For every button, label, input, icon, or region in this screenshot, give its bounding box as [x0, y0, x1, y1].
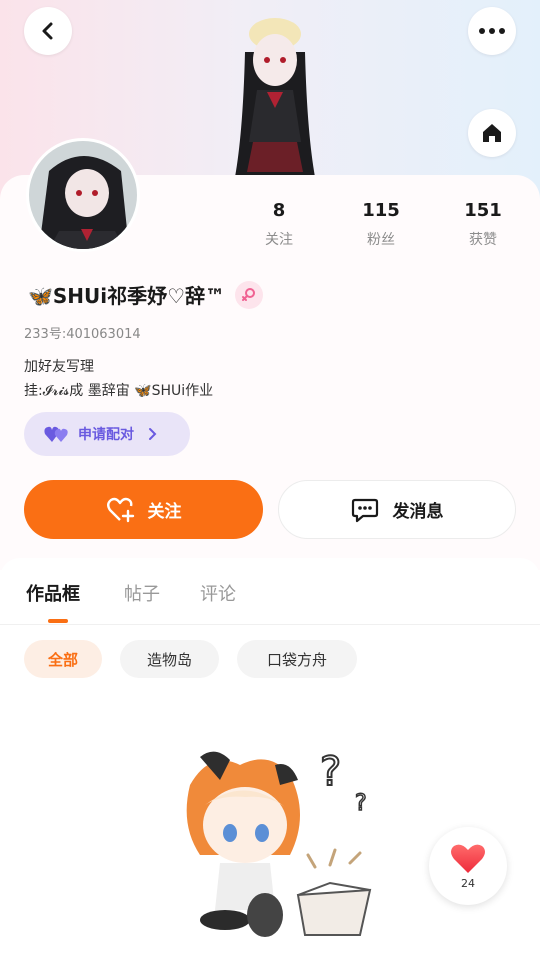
- filter-chip-pocket-ark[interactable]: 口袋方舟: [237, 640, 357, 678]
- more-dots-icon: [479, 28, 505, 34]
- pair-button[interactable]: 申请配对: [24, 412, 190, 456]
- message-label: 发消息: [392, 502, 444, 522]
- following-count: 8: [272, 200, 286, 221]
- user-id: 233号:401063014: [24, 327, 141, 342]
- likes-label: 获赞: [469, 232, 497, 248]
- name-row: 🦋SHUi祁季妤♡辞™: [24, 280, 264, 309]
- heart-icon: [451, 844, 485, 873]
- filter-chip-all[interactable]: 全部: [24, 640, 102, 678]
- more-button[interactable]: [468, 7, 516, 55]
- home-icon: [483, 124, 501, 142]
- chevron-right-icon: [149, 428, 157, 440]
- following-label: 关注: [265, 232, 293, 248]
- gender-badge: [235, 280, 264, 309]
- divider: [0, 624, 540, 625]
- filter-chip-creation-island[interactable]: 造物岛: [120, 640, 219, 678]
- female-icon: [242, 287, 256, 301]
- pair-label: 申请配对: [78, 427, 134, 443]
- avatar[interactable]: [26, 138, 140, 252]
- double-heart-icon: [44, 426, 68, 442]
- svg-text:?: ?: [355, 791, 367, 816]
- profile-name: 🦋SHUi祁季妤♡辞™: [28, 284, 226, 308]
- stat-following[interactable]: 8 关注: [239, 200, 319, 249]
- character-figure: [235, 18, 315, 177]
- chevron-left-icon: [42, 22, 53, 40]
- followers-label: 粉丝: [367, 232, 395, 248]
- bio-line: 挂:𝓘𝓻𝓲𝓼成 墨辞宙 🦋SHUi作业: [24, 383, 214, 399]
- followers-count: 115: [362, 200, 400, 221]
- home-button[interactable]: [468, 109, 516, 157]
- like-count: 24: [461, 876, 475, 890]
- back-button[interactable]: [24, 7, 72, 55]
- stat-likes[interactable]: 151 获赞: [443, 200, 523, 249]
- message-button[interactable]: 发消息: [278, 480, 516, 539]
- avatar-image: [29, 141, 137, 249]
- chat-bubble-icon: [351, 498, 378, 522]
- likes-count: 151: [464, 200, 502, 221]
- tab-comments[interactable]: 评论: [200, 580, 236, 606]
- active-tab-indicator: [48, 619, 68, 623]
- tab-posts[interactable]: 帖子: [124, 580, 160, 606]
- svg-text:?: ?: [320, 749, 341, 795]
- tab-works[interactable]: 作品框: [26, 580, 80, 606]
- empty-state-illustration: ? ?: [186, 748, 372, 937]
- follow-label: 关注: [147, 502, 182, 522]
- bio: 加好友写理 挂:𝓘𝓻𝓲𝓼成 墨辞宙 🦋SHUi作业: [24, 355, 213, 403]
- stat-followers[interactable]: 115 粉丝: [341, 200, 421, 249]
- heart-plus-icon: [106, 497, 134, 522]
- bio-line: 加好友写理: [24, 359, 94, 375]
- like-fab[interactable]: 24: [429, 827, 507, 905]
- follow-button[interactable]: 关注: [24, 480, 263, 539]
